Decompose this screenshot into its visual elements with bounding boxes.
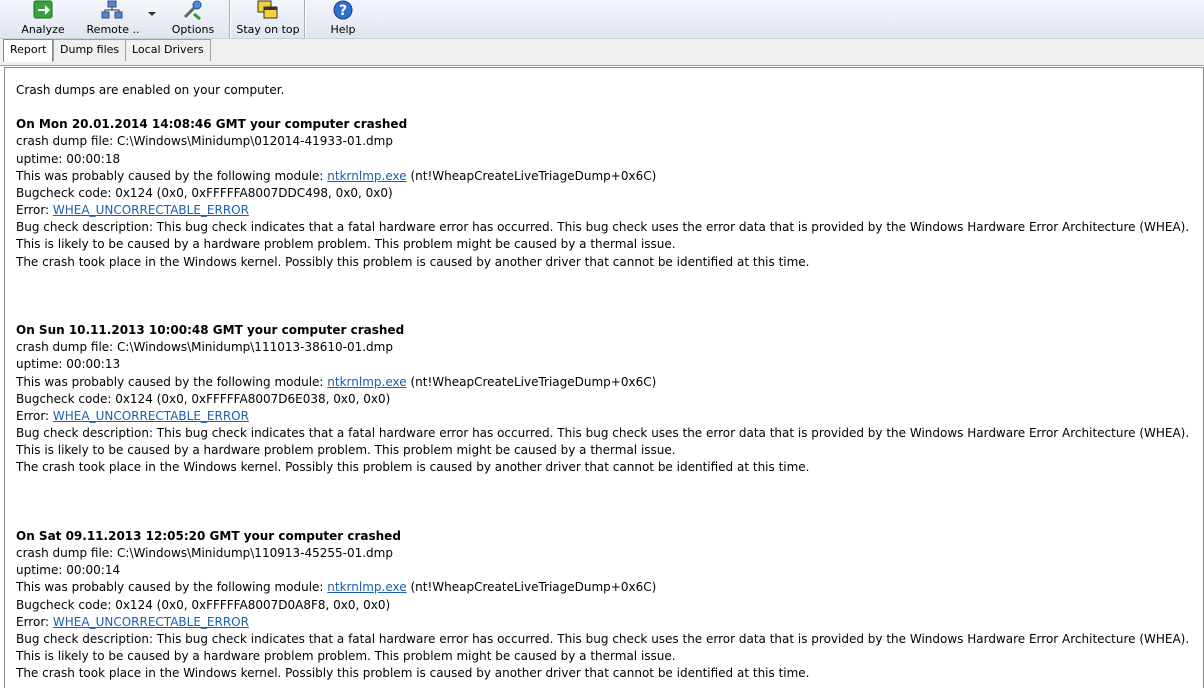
- uptime: uptime: 00:00:14: [16, 563, 121, 578]
- crash-entry: On Sun 10.11.2013 10:00:48 GMT your comp…: [16, 322, 1196, 476]
- tab-report[interactable]: Report: [3, 39, 54, 62]
- error-link[interactable]: WHEA_UNCORRECTABLE_ERROR: [53, 203, 249, 217]
- error-line: Error: WHEA_UNCORRECTABLE_ERROR: [16, 202, 1196, 219]
- error-link[interactable]: WHEA_UNCORRECTABLE_ERROR: [53, 615, 249, 629]
- crash-title: On Mon 20.01.2014 14:08:46 GMT your comp…: [16, 117, 408, 132]
- toolbar-separator: [304, 0, 306, 38]
- error-prefix: Error:: [16, 614, 53, 629]
- remote-dropdown-arrow-icon[interactable]: [148, 12, 156, 16]
- stay-on-top-button[interactable]: Stay on top: [236, 0, 300, 38]
- error-line: Error: WHEA_UNCORRECTABLE_ERROR: [16, 408, 1196, 425]
- module-link[interactable]: ntkrnlmp.exe: [327, 580, 406, 594]
- analyze-label: Analyze: [21, 23, 65, 36]
- bugcheck-code: Bugcheck code: 0x124 (0x0, 0xFFFFFA8007D…: [16, 185, 393, 200]
- stay-on-top-label: Stay on top: [236, 23, 300, 36]
- likely-cause: This is likely to be caused by a hardwar…: [16, 237, 676, 252]
- analyze-button[interactable]: Analyze: [20, 0, 66, 38]
- toolbar: Analyze Remote .. Options Stay on top ? …: [0, 0, 1204, 39]
- module-line: This was probably caused by the followin…: [16, 168, 1196, 185]
- dump-file: crash dump file: C:\Windows\Minidump\111…: [16, 340, 393, 355]
- module-suffix: (nt!WheapCreateLiveTriageDump+0x6C): [406, 168, 657, 183]
- tab-local-drivers[interactable]: Local Drivers: [125, 39, 211, 61]
- module-prefix: This was probably caused by the followin…: [16, 374, 328, 389]
- tab-dump-files[interactable]: Dump files: [53, 39, 127, 61]
- remote-label: Remote ..: [86, 23, 140, 36]
- uptime: uptime: 00:00:18: [16, 151, 121, 166]
- dump-file: crash dump file: C:\Windows\Minidump\012…: [16, 134, 393, 149]
- help-icon: ?: [333, 0, 353, 20]
- help-label: Help: [330, 23, 356, 36]
- error-prefix: Error:: [16, 408, 53, 423]
- bug-check-description: Bug check description: This bug check in…: [16, 426, 1190, 441]
- options-button[interactable]: Options: [170, 0, 216, 38]
- report-text: Crash dumps are enabled on your computer…: [16, 82, 1196, 682]
- analyze-arrow-icon: [33, 0, 53, 19]
- error-prefix: Error:: [16, 203, 53, 218]
- module-link[interactable]: ntkrnlmp.exe: [327, 375, 406, 389]
- module-line: This was probably caused by the followin…: [16, 374, 1196, 391]
- dump-file: crash dump file: C:\Windows\Minidump\110…: [16, 546, 393, 561]
- module-link[interactable]: ntkrnlmp.exe: [327, 169, 406, 183]
- remote-network-icon: [101, 0, 123, 19]
- kernel-note: The crash took place in the Windows kern…: [16, 666, 810, 681]
- likely-cause: This is likely to be caused by a hardwar…: [16, 649, 676, 664]
- help-button[interactable]: ? Help: [322, 0, 364, 38]
- kernel-note: The crash took place in the Windows kern…: [16, 254, 810, 269]
- options-label: Options: [171, 23, 215, 36]
- uptime: uptime: 00:00:13: [16, 357, 121, 372]
- crash-dumps-status: Crash dumps are enabled on your computer…: [16, 83, 285, 97]
- bugcheck-code: Bugcheck code: 0x124 (0x0, 0xFFFFFA8007D…: [16, 391, 391, 406]
- bug-check-description: Bug check description: This bug check in…: [16, 631, 1190, 646]
- crash-entry: On Mon 20.01.2014 14:08:46 GMT your comp…: [16, 116, 1196, 270]
- crash-title: On Sun 10.11.2013 10:00:48 GMT your comp…: [16, 323, 405, 338]
- error-link[interactable]: WHEA_UNCORRECTABLE_ERROR: [53, 409, 249, 423]
- stay-on-top-windows-icon: [257, 0, 278, 19]
- report-panel[interactable]: Crash dumps are enabled on your computer…: [4, 67, 1204, 688]
- kernel-note: The crash took place in the Windows kern…: [16, 460, 810, 475]
- module-suffix: (nt!WheapCreateLiveTriageDump+0x6C): [406, 580, 657, 595]
- error-line: Error: WHEA_UNCORRECTABLE_ERROR: [16, 614, 1196, 631]
- module-prefix: This was probably caused by the followin…: [16, 168, 328, 183]
- toolbar-separator: [229, 0, 231, 38]
- module-prefix: This was probably caused by the followin…: [16, 580, 328, 595]
- crash-title: On Sat 09.11.2013 12:05:20 GMT your comp…: [16, 528, 401, 543]
- module-suffix: (nt!WheapCreateLiveTriageDump+0x6C): [406, 374, 657, 389]
- bugcheck-code: Bugcheck code: 0x124 (0x0, 0xFFFFFA8007D…: [16, 597, 391, 612]
- remote-button[interactable]: Remote ..: [86, 0, 140, 38]
- bug-check-description: Bug check description: This bug check in…: [16, 220, 1190, 235]
- svg-text:?: ?: [339, 3, 347, 19]
- options-tools-icon: [183, 0, 202, 20]
- tab-bar: Report Dump files Local Drivers: [0, 39, 1204, 66]
- module-line: This was probably caused by the followin…: [16, 579, 1196, 596]
- likely-cause: This is likely to be caused by a hardwar…: [16, 443, 676, 458]
- crash-entry: On Sat 09.11.2013 12:05:20 GMT your comp…: [16, 528, 1196, 682]
